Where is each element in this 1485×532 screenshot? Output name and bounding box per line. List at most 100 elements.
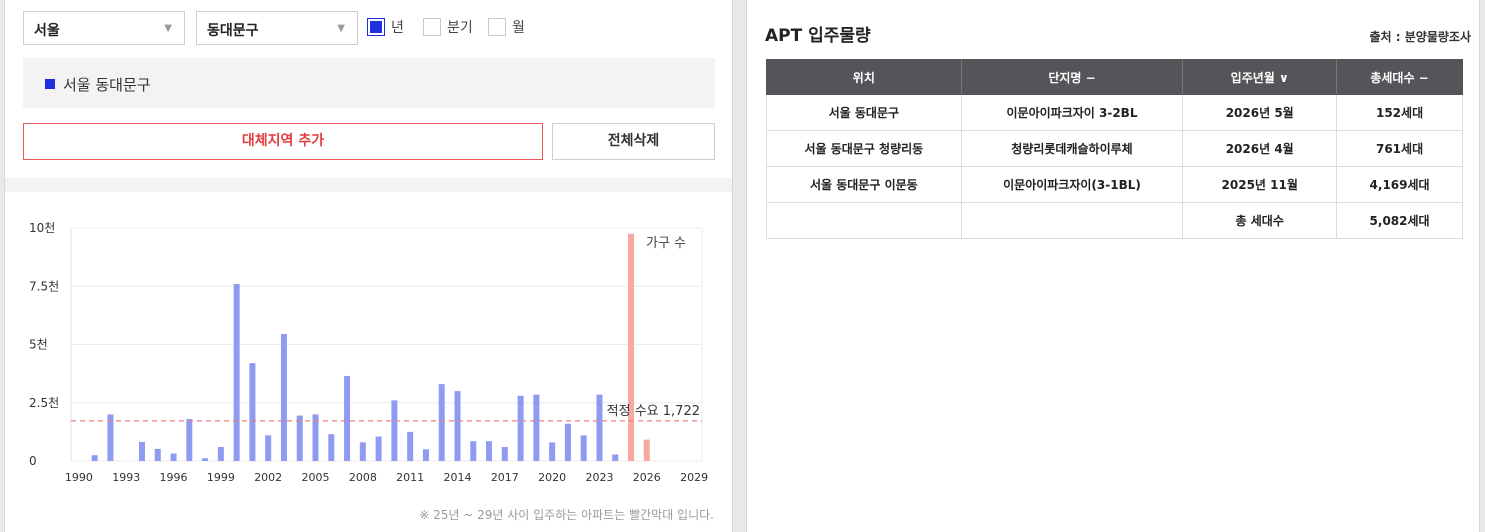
period-month-checkbox[interactable]: 월: [488, 17, 525, 37]
occupancy-table: 위치 단지명 − 입주년월 ∨ 총세대수 − 서울 동대문구 이문아이파크자이 …: [766, 59, 1463, 239]
chart-bar: [138, 441, 145, 461]
chart-bar: [265, 435, 272, 461]
period-quarter-checkbox[interactable]: 분기: [423, 17, 473, 37]
chart-bar: [470, 441, 477, 461]
table-total-row: 총 세대수 5,082세대: [766, 202, 1463, 239]
gu-select[interactable]: 동대문구 ▼: [196, 11, 358, 45]
chart-bar: [564, 423, 571, 461]
chart-bar: [249, 363, 256, 461]
period-quarter-label: 분기: [447, 20, 473, 36]
cell-move-in-date: 2026년 5월: [1182, 94, 1338, 131]
apt-title: APT 입주물량: [765, 26, 871, 46]
x-tick-label: 2008: [349, 471, 377, 484]
y-tick-label: 0: [29, 454, 37, 468]
chart-bar: [186, 419, 193, 461]
region-color-square-icon: [45, 79, 55, 89]
cell-total-units: 761세대: [1336, 130, 1463, 167]
x-tick-label: 2023: [585, 471, 613, 484]
cell-move-in-date: 2026년 4월: [1182, 130, 1338, 167]
x-tick-label: 1990: [65, 471, 93, 484]
x-tick-label: 2029: [680, 471, 708, 484]
supply-bar-chart: 0 2.5천 5천 7.5천 10천 1990 1993 1996 1999 2002 2005 20…: [29, 220, 708, 484]
cell-move-in-date: 2025년 11월: [1182, 166, 1338, 203]
chart-bar: [91, 455, 98, 461]
cell-total-units-sum: 5,082세대: [1336, 202, 1463, 239]
cell-complex-name: 이문아이파크자이 3-2BL: [960, 94, 1184, 131]
delete-all-button[interactable]: 전체삭제: [552, 123, 715, 160]
sido-value: 서울: [34, 23, 60, 39]
cell-location: 서울 동대문구 청량리동: [766, 130, 962, 167]
chart-bar: [438, 384, 445, 461]
chart-bar: [580, 435, 587, 461]
apt-occupancy-panel: APT 입주물량 출처 : 분양물량조사 위치 단지명 − 입주년월 ∨ 총세대…: [746, 0, 1480, 532]
x-tick-label: 2017: [491, 471, 519, 484]
header-complex-name[interactable]: 단지명 −: [960, 59, 1184, 95]
table-row: 서울 동대문구 이문아이파크자이 3-2BL 2026년 5월 152세대: [766, 94, 1463, 131]
chart-bar: [217, 447, 224, 461]
chart-bar: [359, 442, 366, 461]
table-row: 서울 동대문구 이문동 이문아이파크자이(3-1BL) 2025년 11월 4,…: [766, 166, 1463, 203]
cell-complex-name: 이문아이파크자이(3-1BL): [960, 166, 1184, 203]
y-tick-label: 7.5천: [29, 278, 59, 293]
gu-value: 동대문구: [207, 23, 259, 39]
chart-bar: [517, 395, 524, 461]
chart-bar: [596, 394, 603, 461]
chart-note: ※ 25년 ~ 29년 사이 입주하는 아파트는 빨간막대 입니다.: [419, 508, 714, 522]
y-tick-label: 2.5천: [29, 395, 59, 410]
cell-total-label: 총 세대수: [1182, 202, 1338, 239]
checkbox-icon[interactable]: [423, 18, 441, 36]
cell-empty: [960, 202, 1184, 239]
source-label: 출처 : 분양물량조사: [1369, 30, 1471, 44]
chart-bar: [533, 394, 540, 461]
cell-complex-name: 청량리롯데캐슬하이루체: [960, 130, 1184, 167]
chart-bar: [280, 334, 287, 461]
period-year-label: 년: [391, 20, 404, 36]
x-tick-label: 2005: [302, 471, 330, 484]
chart-bar: [202, 458, 209, 461]
add-region-button[interactable]: 대체지역 추가: [23, 123, 543, 160]
section-divider: [5, 178, 732, 192]
cell-total-units: 152세대: [1336, 94, 1463, 131]
header-total-units[interactable]: 총세대수 −: [1336, 59, 1463, 95]
checkbox-icon[interactable]: [488, 18, 506, 36]
demand-reference-label: 적정 수요 1,722: [607, 404, 700, 419]
header-move-in-date[interactable]: 입주년월 ∨: [1182, 59, 1338, 95]
supply-panel: 서울 ▼ 동대문구 ▼ 년 분기 월 서울 동대문구 대체지역 추가 전체삭제 …: [4, 0, 733, 532]
chart-bar: [170, 453, 177, 461]
chart-bar: [233, 283, 240, 461]
cell-location: 서울 동대문구 이문동: [766, 166, 962, 203]
period-year-checkbox[interactable]: 년: [367, 17, 404, 37]
chart-bar: [486, 441, 493, 461]
table-row: 서울 동대문구 청량리동 청량리롯데캐슬하이루체 2026년 4월 761세대: [766, 130, 1463, 167]
chart-bar: [501, 447, 508, 461]
chart-bar: [296, 415, 303, 461]
header-location[interactable]: 위치: [766, 59, 962, 95]
chevron-down-icon: ▼: [164, 23, 172, 34]
y-tick-label: 10천: [29, 220, 55, 235]
chevron-down-icon: ▼: [337, 23, 345, 34]
sido-select[interactable]: 서울 ▼: [23, 11, 185, 45]
selected-region-box: 서울 동대문구: [23, 58, 715, 108]
x-tick-label: 2026: [633, 471, 661, 484]
selected-region-label: 서울 동대문구: [63, 76, 151, 94]
chart-bar: [628, 233, 635, 461]
chart-bar: [612, 454, 619, 461]
chart-bar: [391, 400, 398, 461]
series-label: 가구 수: [646, 236, 686, 251]
cell-total-units: 4,169세대: [1336, 166, 1463, 203]
chart-bar: [344, 375, 351, 461]
x-tick-label: 1993: [112, 471, 140, 484]
x-tick-label: 2020: [538, 471, 566, 484]
cell-location: 서울 동대문구: [766, 94, 962, 131]
chart-bar: [422, 449, 429, 461]
x-tick-label: 2002: [254, 471, 282, 484]
x-tick-label: 1999: [207, 471, 235, 484]
chart-bar: [407, 431, 414, 461]
cell-empty: [766, 202, 962, 239]
chart-bar: [643, 439, 650, 461]
chart-bar: [549, 442, 556, 461]
checkbox-checked-icon[interactable]: [367, 18, 385, 36]
table-header-row: 위치 단지명 − 입주년월 ∨ 총세대수 −: [766, 59, 1463, 95]
x-tick-label: 1996: [160, 471, 188, 484]
chart-bar: [328, 434, 335, 461]
